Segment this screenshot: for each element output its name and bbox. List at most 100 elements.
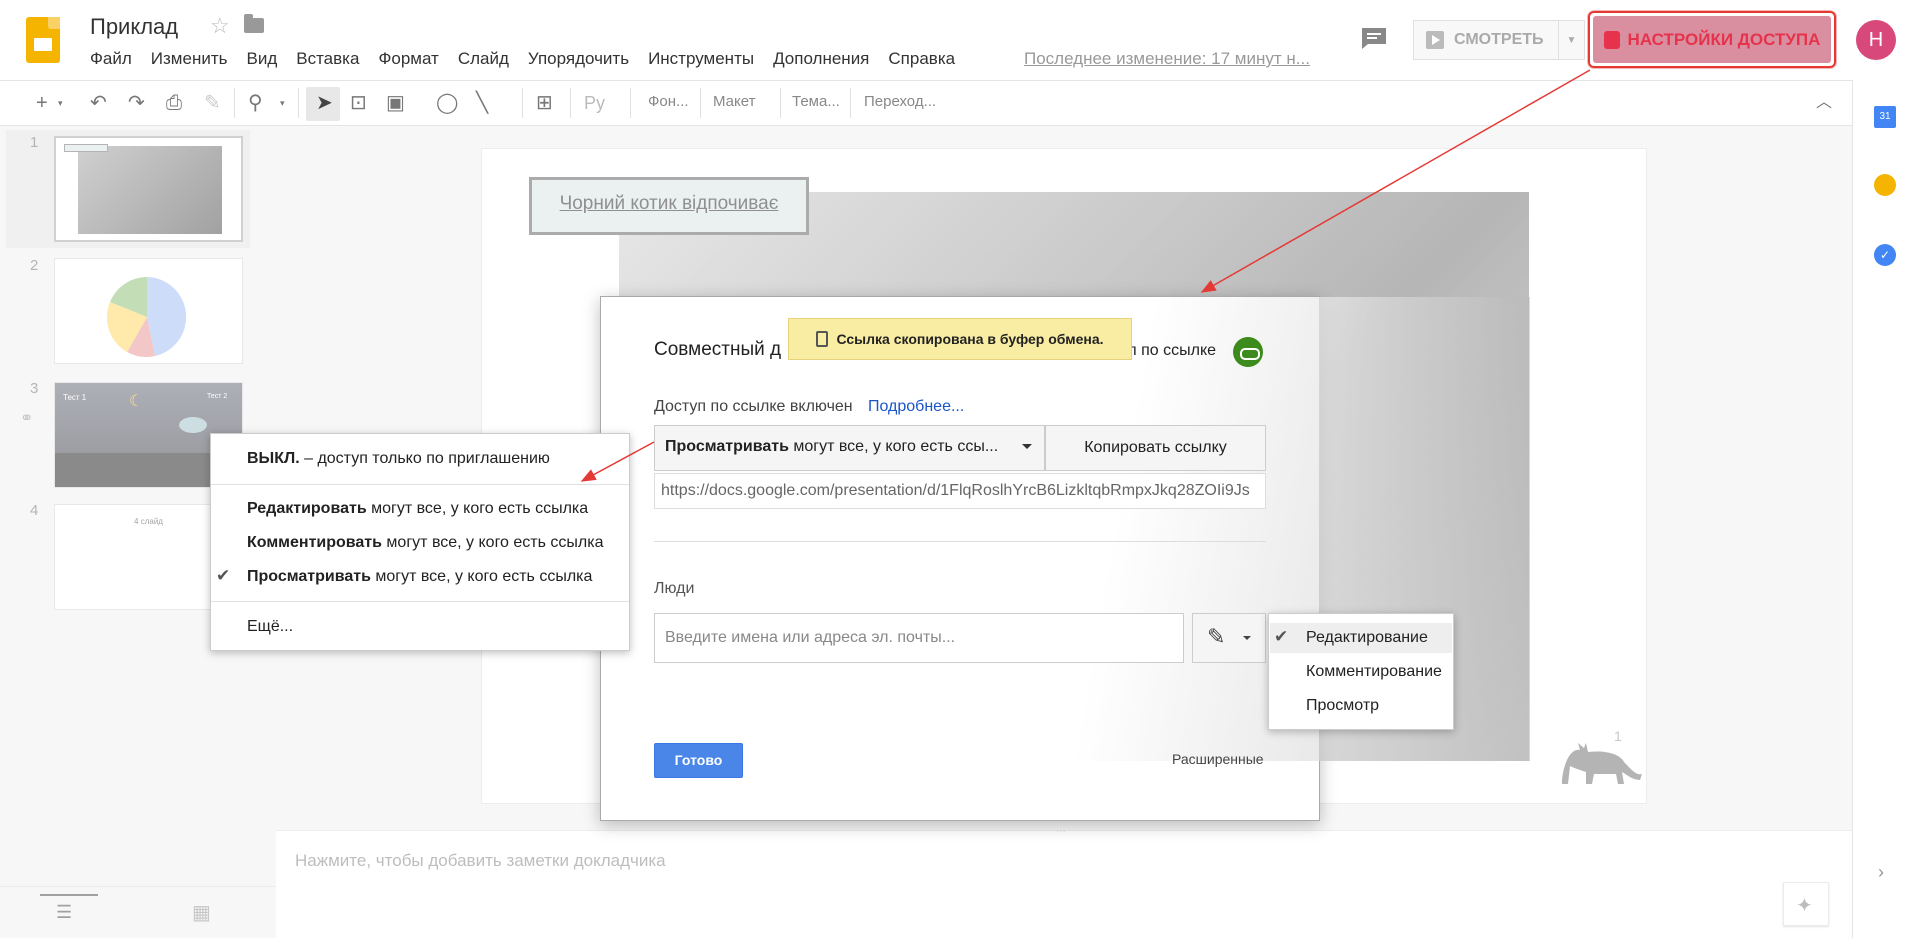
menu-insert[interactable]: Вставка: [296, 49, 359, 69]
calendar-icon[interactable]: 31: [1874, 106, 1896, 128]
people-input[interactable]: Введите имена или адреса эл. почты...: [654, 613, 1184, 663]
link-icon[interactable]: [1233, 337, 1263, 367]
menu-help[interactable]: Справка: [888, 49, 955, 69]
menu-item-view-text: могут все, у кого есть ссылка: [370, 568, 593, 585]
text-box-icon[interactable]: ⊡: [350, 92, 367, 114]
share-url-field[interactable]: https://docs.google.com/presentation/d/1…: [654, 473, 1266, 509]
access-level: Просматривать: [665, 438, 789, 455]
link-enabled-label: Доступ по ссылке включен: [654, 398, 853, 415]
menu-item-comment-text: могут все, у кого есть ссылка: [381, 534, 604, 551]
slides-logo-icon[interactable]: [26, 17, 60, 63]
menu-item-comment[interactable]: Комментировать могут все, у кого есть сс…: [247, 534, 604, 552]
print-icon[interactable]: ⎙: [166, 92, 182, 114]
menu-view[interactable]: Вид: [246, 49, 277, 69]
toolbar-divider: [850, 88, 851, 118]
share-button[interactable]: НАСТРОЙКИ ДОСТУПА: [1593, 16, 1831, 63]
side-panel: [1852, 80, 1920, 938]
people-label: Люди: [654, 580, 695, 597]
expand-panel-icon[interactable]: ›: [1878, 862, 1884, 883]
present-options-button[interactable]: ▼: [1559, 20, 1585, 60]
pencil-icon: ✎: [1207, 624, 1226, 649]
permission-dropdown-button[interactable]: ✎: [1192, 613, 1266, 663]
new-slide-icon[interactable]: +: [36, 92, 48, 114]
divider: [654, 541, 1266, 542]
toolbar-divider: [234, 88, 235, 118]
menu-slide[interactable]: Слайд: [458, 49, 509, 69]
perm-item-view[interactable]: Просмотр: [1306, 697, 1379, 715]
shape-icon[interactable]: ◯: [436, 92, 458, 114]
link-access-label: уп по ссылке: [1120, 342, 1217, 359]
zoom-icon[interactable]: ⚲: [248, 92, 263, 114]
copied-toast: Ссылка скопирована в буфер обмена.: [788, 318, 1132, 360]
menu-addons[interactable]: Дополнения: [773, 49, 869, 69]
learn-more-link[interactable]: Подробнее...: [868, 398, 964, 416]
last-edit-link[interactable]: Последнее изменение: 17 минут н...: [1024, 49, 1320, 69]
checkmark-icon: ✔: [216, 566, 231, 585]
tasks-icon[interactable]: ✓: [1874, 244, 1896, 266]
keep-icon[interactable]: [1874, 174, 1896, 196]
new-slide-dropdown-icon[interactable]: ▾: [58, 92, 63, 114]
layout-button[interactable]: Макет: [713, 93, 755, 110]
toolbar-divider: [522, 88, 523, 118]
menu-item-off[interactable]: ВЫКЛ. – доступ только по приглашению: [247, 450, 550, 468]
toast-text: Ссылка скопирована в буфер обмена.: [836, 331, 1104, 347]
paint-format-icon[interactable]: ✎: [204, 92, 221, 114]
menu-item-view[interactable]: Просматривать могут все, у кого есть ссы…: [247, 568, 592, 586]
present-label: СМОТРЕТЬ: [1454, 31, 1544, 48]
advanced-link[interactable]: Расширенные: [1172, 751, 1264, 767]
menu-edit[interactable]: Изменить: [151, 49, 228, 69]
play-icon: [1426, 31, 1444, 49]
menu-divider: [211, 601, 629, 602]
link-access-dropdown[interactable]: Просматривать могут все, у кого есть ссы…: [654, 425, 1045, 471]
caret-down-icon: [1022, 444, 1032, 449]
folder-icon[interactable]: [244, 14, 264, 33]
toolbar-divider: [780, 88, 781, 118]
access-description: могут все, у кого есть ссы...: [788, 438, 999, 455]
lock-icon: [1603, 30, 1620, 49]
menu-tools[interactable]: Инструменты: [648, 49, 754, 69]
comment-add-icon[interactable]: ⊞: [536, 92, 553, 114]
done-button[interactable]: Готово: [654, 743, 743, 778]
menu-item-edit-text: могут все, у кого есть ссылка: [366, 500, 589, 517]
background-button[interactable]: Фон...: [648, 93, 689, 110]
menu-item-comment-bold: Комментировать: [247, 534, 382, 551]
zoom-dropdown-icon[interactable]: ▾: [280, 92, 285, 114]
toolbar-divider: [630, 88, 631, 118]
menu-divider: [211, 484, 629, 485]
menu-arrange[interactable]: Упорядочить: [528, 49, 629, 69]
menu-item-off-text: – доступ только по приглашению: [299, 450, 550, 467]
transition-button[interactable]: Переход...: [864, 93, 936, 110]
menu-file[interactable]: Файл: [90, 49, 132, 69]
copy-link-button[interactable]: Копировать ссылку: [1045, 425, 1266, 471]
present-button[interactable]: СМОТРЕТЬ: [1413, 20, 1559, 60]
menu-item-more[interactable]: Ещё...: [247, 618, 293, 636]
cursor-icon: ➤: [316, 92, 333, 114]
theme-button[interactable]: Тема...: [792, 93, 840, 110]
avatar[interactable]: Н: [1856, 20, 1896, 60]
menu-item-view-bold: Просматривать: [247, 568, 371, 585]
share-dialog-title: Совместный д: [654, 339, 782, 360]
document-title[interactable]: Приклад: [90, 14, 178, 40]
menu-item-edit[interactable]: Редактировать могут все, у кого есть ссы…: [247, 500, 588, 518]
undo-icon[interactable]: ↶: [90, 92, 107, 114]
menu-format[interactable]: Формат: [378, 49, 438, 69]
menu-item-off-bold: ВЫКЛ.: [247, 450, 300, 467]
checkmark-icon: ✔: [1274, 627, 1289, 646]
clipboard-icon: [816, 331, 829, 347]
image-icon[interactable]: ▣: [386, 92, 405, 114]
toolbar-divider: [298, 88, 299, 118]
menu-bar: Файл Изменить Вид Вставка Формат Слайд У…: [90, 49, 974, 69]
toolbar-divider: [700, 88, 701, 118]
perm-item-comment[interactable]: Комментирование: [1306, 663, 1442, 681]
toolbar-divider: [570, 88, 571, 118]
perm-item-edit[interactable]: Редактирование: [1306, 629, 1428, 647]
collapse-toolbar-icon[interactable]: ︿: [1816, 92, 1832, 114]
font-selector[interactable]: Ру: [584, 93, 605, 114]
caret-down-icon: [1243, 636, 1251, 640]
star-icon[interactable]: ☆: [210, 13, 230, 39]
redo-icon[interactable]: ↷: [128, 92, 145, 114]
line-icon[interactable]: ╲: [476, 92, 488, 114]
menu-item-edit-bold: Редактировать: [247, 500, 367, 517]
comments-icon[interactable]: [1360, 26, 1388, 50]
share-label: НАСТРОЙКИ ДОСТУПА: [1627, 29, 1821, 49]
